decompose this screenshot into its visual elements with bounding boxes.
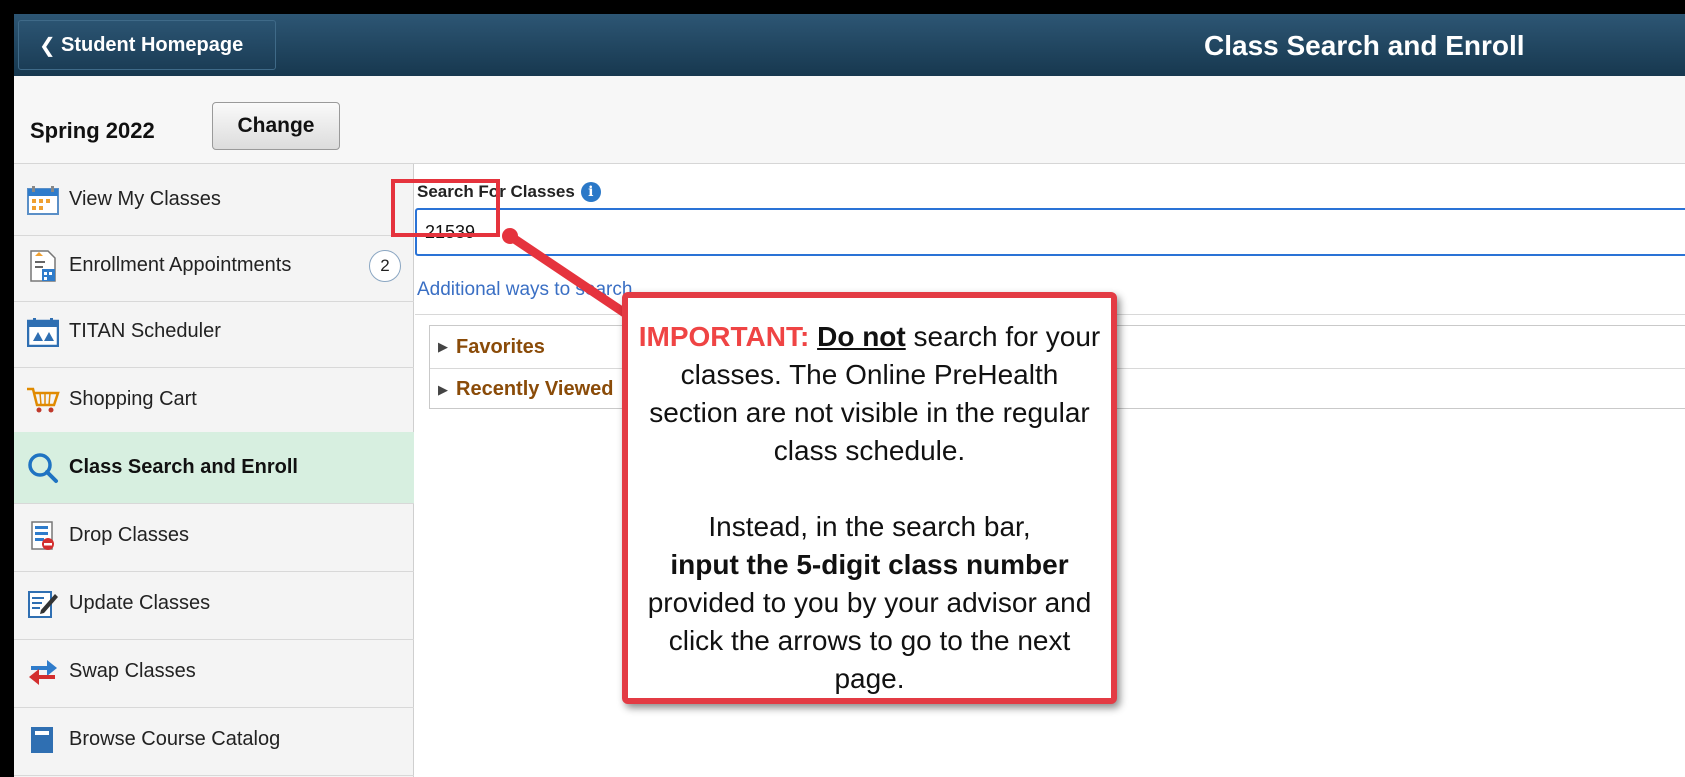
sidebar-item-label: Class Search and Enroll [69, 456, 298, 478]
appointments-count-badge: 2 [369, 249, 401, 282]
edit-icon [26, 587, 60, 621]
sidebar-item-view-my-classes[interactable]: View My Classes [14, 164, 414, 236]
important-callout: IMPORTANT: Do not search for your classe… [622, 292, 1117, 704]
caret-right-icon: ▶ [438, 339, 448, 354]
drop-icon [26, 519, 60, 553]
info-icon[interactable]: i [580, 182, 601, 202]
scheduler-icon [26, 315, 60, 349]
sidebar-item-label: Drop Classes [69, 524, 190, 546]
sidebar-item-label: View My Classes [69, 188, 221, 210]
callout-paragraph-1: IMPORTANT: Do not search for your classe… [636, 318, 1103, 470]
sidebar-item-label: Update Classes [69, 592, 211, 614]
sidebar-item-class-search-enroll[interactable]: Class Search and Enroll [14, 432, 414, 504]
app-header: ❮ Student Homepage Class Search and Enro… [14, 14, 1685, 76]
sidebar-item-browse-course-catalog[interactable]: Browse Course Catalog [14, 704, 414, 776]
swap-icon [26, 655, 60, 689]
sidebar-item-label: Shopping Cart [69, 388, 197, 410]
cart-icon [26, 383, 60, 417]
sidebar-item-label: Enrollment Appointments [69, 254, 292, 276]
recently-viewed-label: Recently Viewed [456, 378, 614, 400]
catalog-icon [26, 723, 60, 757]
search-input[interactable] [415, 208, 1685, 256]
additional-ways-link[interactable]: Additional ways to search [417, 279, 632, 301]
chevron-left-icon: ❮ [39, 34, 56, 57]
favorites-label: Favorites [456, 335, 545, 358]
sidebar-item-swap-classes[interactable]: Swap Classes [14, 636, 414, 708]
term-name: Spring 2022 [30, 118, 155, 143]
sidebar-item-label: TITAN Scheduler [69, 320, 221, 342]
calendar-icon [26, 183, 60, 217]
change-term-button[interactable]: Change [212, 102, 340, 150]
student-homepage-button[interactable]: ❮ Student Homepage [18, 20, 276, 70]
search-icon [26, 451, 60, 485]
sidebar-item-label: Swap Classes [69, 660, 196, 682]
callout-paragraph-2: Instead, in the search bar, input the 5-… [636, 508, 1103, 698]
term-bar: Spring 2022 Change [14, 76, 1685, 164]
do-not-label: Do not [817, 321, 906, 352]
callout-text-3: provided to you by your advisor and clic… [647, 587, 1092, 694]
important-label: IMPORTANT: [638, 321, 810, 352]
sidebar-item-titan-scheduler[interactable]: TITAN Scheduler [14, 296, 414, 368]
appointments-icon [26, 249, 60, 283]
back-label: Student Homepage [61, 33, 244, 56]
search-highlight-box [391, 179, 500, 237]
caret-right-icon: ▶ [438, 381, 448, 397]
sidebar-item-enrollment-appointments[interactable]: Enrollment Appointments 2 [14, 230, 414, 302]
page-title: Class Search and Enroll [1204, 30, 1525, 61]
callout-bold-instruction: input the 5-digit class number [670, 549, 1069, 580]
sidebar: View My Classes Enrollment Appointments … [14, 164, 414, 777]
sidebar-item-shopping-cart[interactable]: Shopping Cart [14, 364, 414, 436]
sidebar-item-drop-classes[interactable]: Drop Classes [14, 500, 414, 572]
sidebar-item-label: Browse Course Catalog [69, 728, 281, 750]
sidebar-item-update-classes[interactable]: Update Classes [14, 568, 414, 640]
callout-text-2: Instead, in the search bar, [708, 511, 1031, 542]
